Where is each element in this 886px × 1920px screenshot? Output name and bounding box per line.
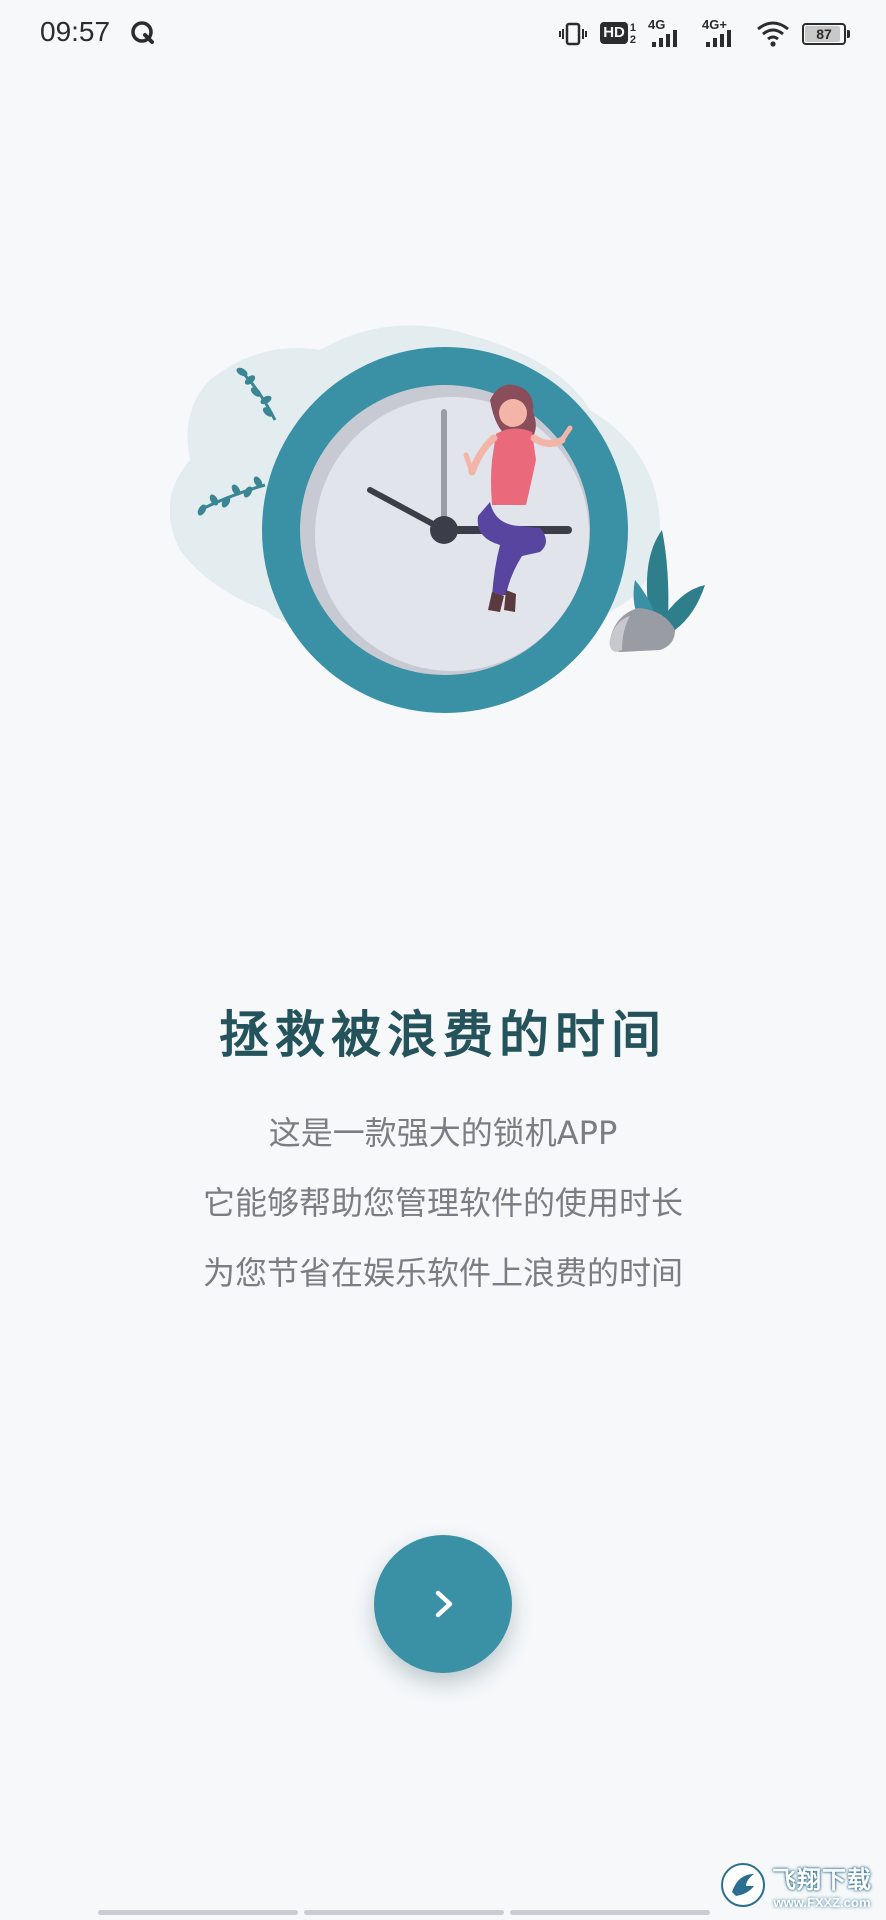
battery-percent: 87 xyxy=(816,26,832,42)
hd-sim2: 2 xyxy=(629,34,636,46)
description-line-1: 这是一款强大的锁机APP xyxy=(268,1114,618,1152)
watermark: 飞翔下载 www.FXXZ.com xyxy=(720,1860,872,1910)
status-bar: 09:57 HD 1 2 4G 4G+ 87 xyxy=(0,0,886,68)
status-time: 09:57 xyxy=(40,16,111,47)
battery-icon: 87 xyxy=(802,23,850,45)
next-button[interactable] xyxy=(374,1535,512,1673)
navigation-gesture-bar xyxy=(98,1910,710,1915)
watermark-logo-icon xyxy=(721,1863,765,1907)
chevron-right-icon xyxy=(435,1590,453,1618)
gesture-segment xyxy=(510,1910,710,1915)
clock-illustration xyxy=(170,325,705,713)
clock-center xyxy=(430,516,458,544)
onboarding-description: 这是一款强大的锁机APP 它能够帮助您管理软件的使用时长 为您节省在娱乐软件上浪… xyxy=(0,1098,886,1308)
hd-voice-icon: HD 1 2 xyxy=(600,22,636,46)
signal-sim1-icon: 4G xyxy=(648,17,690,49)
wifi-icon xyxy=(757,21,789,47)
onboarding-title: 拯救被浪费的时间 xyxy=(219,1006,667,1064)
signal-sim2-icon: 4G+ xyxy=(702,17,744,49)
gesture-segment xyxy=(304,1910,504,1915)
watermark-url: www.FXXZ.com xyxy=(773,1895,871,1910)
vibrate-icon xyxy=(559,22,588,46)
notification-app-icon xyxy=(131,21,154,44)
hd-label: HD xyxy=(600,22,628,44)
watermark-text: 飞翔下载 xyxy=(772,1866,872,1894)
description-line-3: 为您节省在娱乐软件上浪费的时间 xyxy=(202,1254,683,1292)
gesture-segment xyxy=(98,1910,298,1915)
description-line-2: 它能够帮助您管理软件的使用时长 xyxy=(202,1184,683,1222)
hd-sim1: 1 xyxy=(629,22,636,34)
status-icons: HD 1 2 4G 4G+ 87 xyxy=(558,17,850,50)
